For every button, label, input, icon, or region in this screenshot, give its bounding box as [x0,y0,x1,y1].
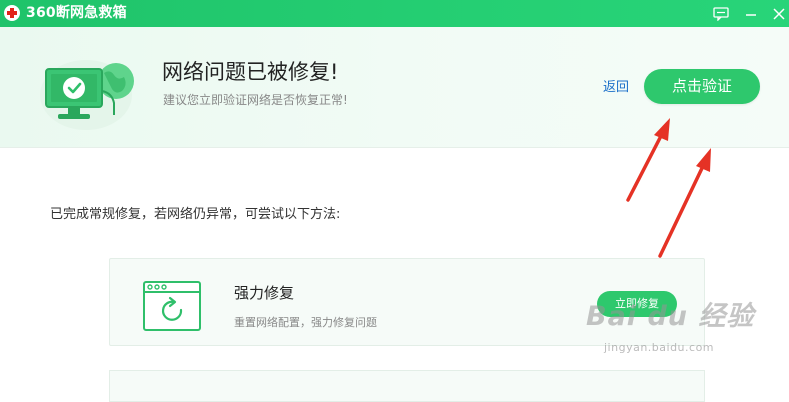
watermark-brand: Bai du 经验 [586,301,755,332]
red-arrow-icon [658,148,711,258]
network-fixed-illustration-icon [40,60,134,130]
watermark-url: jingyan.baidu.com [604,341,715,354]
method-description: 重置网络配置，强力修复问题 [234,316,377,329]
title-bar: 360断网急救箱 [0,0,789,27]
method-title: 强力修复 [234,284,295,302]
feedback-icon[interactable] [706,0,736,27]
fallback-hint-text: 已完成常规修复，若网络仍异常，可尝试以下方法: [50,207,341,222]
browser-refresh-icon [143,281,201,331]
back-link[interactable]: 返回 [603,80,629,96]
app-logo-icon [4,5,20,21]
result-subtitle: 建议您立即验证网络是否恢复正常! [163,93,348,107]
close-icon[interactable] [764,0,789,27]
method-card-next [109,370,705,402]
repair-result-panel: 网络问题已被修复! 建议您立即验证网络是否恢复正常! 返回 点击验证 [0,27,789,148]
window-title: 360断网急救箱 [26,5,127,21]
minimize-icon[interactable] [736,0,766,27]
result-title: 网络问题已被修复! [162,60,339,84]
verify-button[interactable]: 点击验证 [644,69,760,104]
